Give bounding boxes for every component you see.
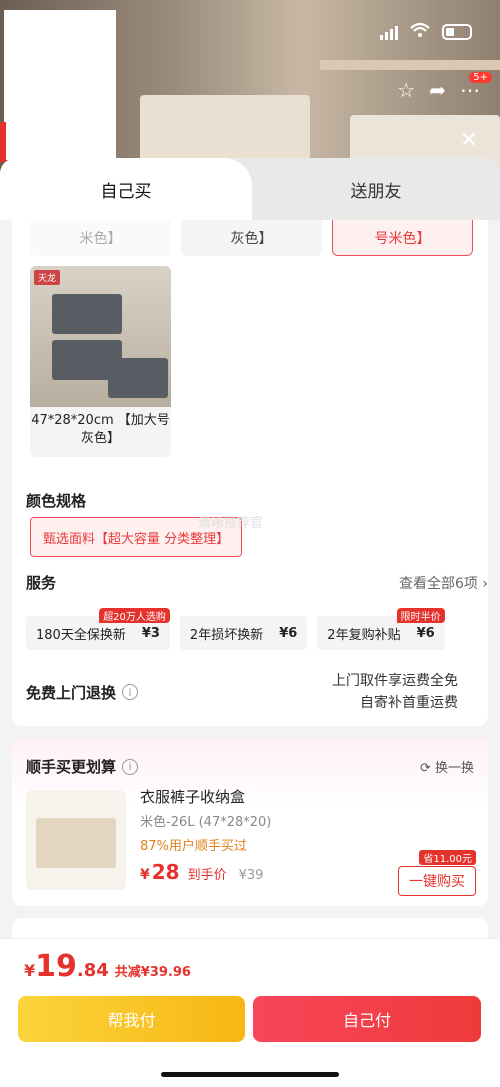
spec-card: 米色】 灰色】 号米色】 天龙 47*28*20cm 【加大号灰色】 颜色规格 … — [12, 220, 488, 726]
free-return-line: 自寄补首重运费 — [360, 695, 458, 711]
top-action-icons: ☆ ➦ ⋯ — [397, 78, 480, 102]
refresh-icon: ⟳ — [419, 761, 431, 776]
checkout-footer: ¥ 19 .84 共减¥39.96 帮我付 自己付 — [0, 938, 500, 1087]
service-item[interactable]: 2年损坏换新 ¥6 — [179, 616, 308, 650]
help-pay-button[interactable]: 帮我付 — [18, 996, 245, 1042]
service-title: 服务 — [26, 574, 57, 592]
swap-button[interactable]: ⟳ 换一换 — [420, 757, 474, 776]
total-integer: 19 — [35, 949, 77, 984]
star-icon[interactable]: ☆ — [397, 78, 415, 102]
chevron-right-icon: › — [482, 575, 488, 592]
swap-label: 换一换 — [434, 761, 474, 776]
self-pay-button[interactable]: 自己付 — [253, 996, 481, 1042]
message-badge: 5+ — [469, 72, 492, 83]
brand-logo: 天龙 — [34, 270, 61, 285]
service-name: 180天全保换新 — [36, 627, 126, 643]
shelf-shape — [320, 60, 500, 70]
tab-bar: 送朋友 自己买 — [0, 158, 500, 220]
currency-symbol: ¥ — [24, 961, 36, 980]
service-price: ¥6 — [416, 625, 435, 641]
signal-icon — [380, 24, 398, 40]
service-item[interactable]: 180天全保换新 ¥3 超20万人选购 — [26, 608, 170, 650]
service-price: ¥6 — [279, 625, 298, 641]
free-return-row: 免费上门退换 i 上门取件享运费全免 自寄补首重运费 — [26, 670, 458, 714]
option-chip[interactable]: 米色】 — [30, 220, 171, 256]
upsell-name[interactable]: 衣服裤子收纳盒 — [140, 786, 245, 807]
watermark-text: 清晰推荐官 — [198, 516, 264, 531]
service-more-label: 查看全部6项 — [399, 575, 478, 592]
service-tag: 限时半价 — [396, 608, 445, 623]
tab-gift-friend[interactable]: 送朋友 — [252, 158, 500, 220]
storage-box-shape — [108, 358, 168, 398]
redacted-area — [4, 10, 116, 160]
one-click-buy-button[interactable]: 一键购买 — [398, 866, 476, 896]
upsell-price: ¥ 28 到手价 ¥39 — [140, 860, 263, 884]
upsell-title-text: 顺手买更划算 — [26, 758, 117, 776]
share-icon[interactable]: ➦ — [429, 78, 446, 102]
tab-buy-self[interactable]: 自己买 — [0, 158, 252, 220]
service-price: ¥3 — [141, 625, 160, 641]
red-tab-mark — [0, 122, 6, 162]
upsell-image[interactable] — [26, 790, 126, 890]
option-tile[interactable]: 天龙 47*28*20cm 【加大号灰色】 — [30, 266, 171, 457]
battery-icon — [442, 24, 472, 40]
info-icon[interactable]: i — [122, 758, 139, 775]
free-return-line: 上门取件享运费全免 — [332, 673, 458, 689]
option-image: 天龙 — [30, 266, 171, 407]
home-indicator — [161, 1072, 339, 1077]
currency-symbol: ¥ — [140, 867, 150, 883]
price-label: 到手价 — [187, 868, 227, 883]
price-value: 28 — [151, 860, 180, 884]
free-return-title: 免费上门退换 — [26, 683, 117, 702]
service-name: 2年损坏换新 — [189, 627, 264, 643]
info-icon[interactable]: i — [122, 684, 139, 700]
original-price: ¥39 — [238, 868, 264, 883]
total-saving: 共减¥39.96 — [114, 965, 191, 980]
close-icon[interactable]: ✕ — [460, 128, 478, 153]
free-return-desc: 上门取件享运费全免 自寄补首重运费 — [332, 670, 458, 714]
option-row: 米色】 灰色】 号米色】 — [30, 220, 473, 256]
upsell-card: 顺手买更划算 i ⟳ 换一换 衣服裤子收纳盒 米色-26L (47*28*20) … — [12, 738, 488, 906]
storage-box-shape — [52, 294, 122, 334]
option-chip-selected[interactable]: 号米色】 — [332, 220, 473, 256]
purchase-sheet: 送朋友 自己买 米色】 灰色】 号米色】 天龙 47*28*20cm 【加大号灰… — [0, 158, 500, 1087]
service-tag: 超20万人选购 — [99, 608, 170, 623]
upsell-spec: 米色-26L (47*28*20) — [140, 815, 272, 830]
wifi-icon — [410, 22, 430, 42]
service-header: 服务 查看全部6项 › — [26, 572, 488, 593]
storage-box-shape — [36, 818, 116, 868]
upsell-title: 顺手买更划算 i — [26, 756, 139, 777]
save-tag: 省11.00元 — [419, 850, 476, 865]
total-price: ¥ 19 .84 共减¥39.96 — [24, 949, 191, 984]
service-more-link[interactable]: 查看全部6项 › — [399, 573, 488, 593]
service-item[interactable]: 2年复购补贴 ¥6 限时半价 — [317, 608, 445, 650]
upsell-header: 顺手买更划算 i ⟳ 换一换 — [26, 756, 474, 777]
option-chip[interactable]: 灰色】 — [181, 220, 322, 256]
option-label: 47*28*20cm 【加大号灰色】 — [31, 413, 170, 446]
free-return-label: 免费上门退换 i — [26, 670, 139, 714]
total-decimal: .84 — [76, 960, 109, 981]
upsell-hint: 87%用户顺手买过 — [140, 839, 247, 854]
status-bar — [380, 22, 472, 42]
service-list: 180天全保换新 ¥3 超20万人选购 2年损坏换新 ¥6 2年复购补贴 ¥6 … — [26, 608, 445, 650]
color-spec-title: 颜色规格 — [26, 492, 87, 510]
service-name: 2年复购补贴 — [327, 627, 401, 643]
